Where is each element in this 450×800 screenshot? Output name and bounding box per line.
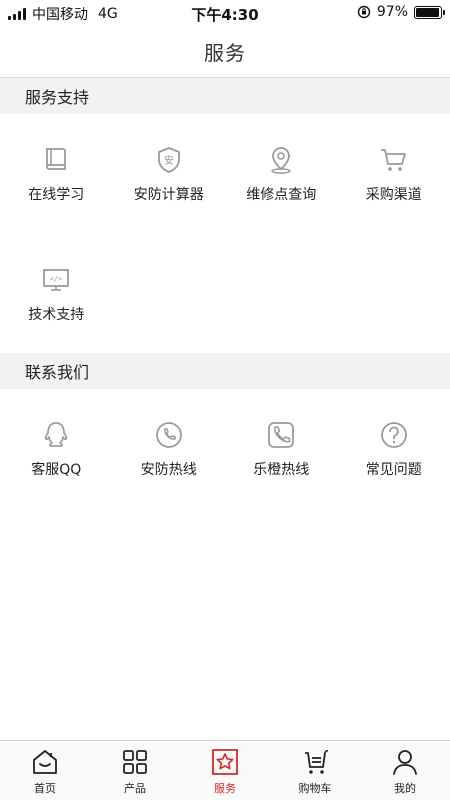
tab-label: 购物车: [298, 782, 332, 795]
tab-home[interactable]: 首页: [0, 741, 90, 800]
grid-item-label: 维修点查询: [246, 187, 317, 203]
tab-label: 首页: [34, 782, 56, 795]
svg-text:</>: </>: [50, 275, 63, 283]
grid-item-label: 安防热线: [140, 462, 197, 478]
cart-icon: [305, 749, 329, 774]
book-icon: [46, 148, 67, 170]
grid-item-purchase-channel[interactable]: 采购渠道: [338, 114, 450, 234]
grid-item-faq[interactable]: 常见问题: [338, 389, 450, 509]
battery-icon: [414, 5, 445, 19]
tab-label: 产品: [124, 782, 146, 795]
grid-item-service-qq[interactable]: 客服QQ: [0, 389, 113, 509]
qq-icon: [45, 422, 68, 447]
grid-item-label: 安防计算器: [133, 187, 204, 203]
grid-item-security-hotline[interactable]: 安防热线: [113, 389, 226, 509]
rotation-lock-icon: [357, 5, 371, 19]
home-icon: [33, 750, 57, 774]
grid-item-label: 在线学习: [28, 187, 85, 203]
section-header-contact: 联系我们: [0, 353, 450, 389]
tab-label: 服务: [214, 782, 236, 795]
page-title: 服务: [204, 41, 246, 65]
status-right: 97%: [357, 4, 445, 20]
tab-products[interactable]: 产品: [90, 741, 180, 800]
grid-item-lecheng-hotline[interactable]: 乐橙热线: [225, 389, 338, 509]
star-badge-icon: [212, 749, 238, 775]
grid-item-label: 客服QQ: [31, 462, 82, 478]
location-pin-icon: [271, 147, 291, 174]
question-circle-icon: [380, 422, 407, 448]
tab-mine[interactable]: 我的: [360, 741, 450, 800]
tab-label: 我的: [394, 782, 416, 795]
battery-percent: 97%: [376, 4, 408, 20]
grid-icon: [123, 750, 147, 774]
battery-fill: [416, 7, 440, 17]
svg-text:安: 安: [164, 154, 174, 167]
status-bar: 中国移动 4G 下午4:30 97%: [0, 0, 450, 26]
contact-grid: 客服QQ 安防热线 乐橙热线 常见问题: [0, 389, 450, 509]
tab-bar: 首页 产品 服务 购物车 我的: [0, 740, 450, 800]
grid-item-label: 技术支持: [28, 307, 85, 323]
section-header-support: 服务支持: [0, 78, 450, 114]
grid-item-label: 常见问题: [365, 462, 422, 478]
grid-item-label: 采购渠道: [365, 187, 422, 203]
nav-bar: 服务: [0, 26, 450, 78]
phone-circle-icon: [155, 422, 182, 448]
shopping-cart-icon: [380, 149, 406, 171]
tab-service[interactable]: 服务: [180, 741, 270, 800]
grid-item-tech-support[interactable]: </> 技术支持: [0, 234, 113, 354]
support-grid: 在线学习 安 安防计算器 维修点查询 采购渠道 </> 技术支持: [0, 114, 450, 354]
grid-item-label: 乐橙热线: [253, 462, 310, 478]
phone-square-icon: [268, 422, 295, 448]
grid-item-security-calculator[interactable]: 安 安防计算器: [113, 114, 226, 234]
shield-icon: 安: [157, 147, 180, 173]
person-icon: [393, 750, 417, 775]
grid-item-online-learning[interactable]: 在线学习: [0, 114, 113, 234]
grid-item-repair-lookup[interactable]: 维修点查询: [225, 114, 338, 234]
code-monitor-icon: </>: [43, 269, 70, 291]
tab-cart[interactable]: 购物车: [270, 741, 360, 800]
